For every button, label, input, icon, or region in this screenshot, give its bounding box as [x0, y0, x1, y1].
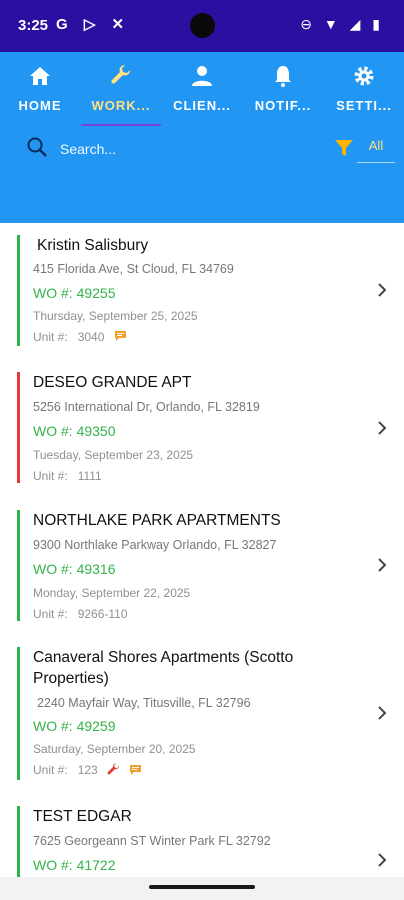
tab-label: NOTIF... [254, 98, 312, 113]
work-order-card[interactable]: DESEO GRANDE APT 5256 International Dr, … [0, 360, 404, 499]
tab-label: CLIEN... [173, 98, 231, 113]
status-system-icons: ⊖ ▼ ◢ ▮ [300, 16, 384, 32]
unit-label: Unit #: [33, 607, 68, 621]
gear-icon [324, 64, 404, 90]
work-order-list[interactable]: Kristin Salisbury 415 Florida Ave, St Cl… [0, 223, 404, 877]
tab-label: SETTI... [336, 98, 392, 113]
chevron-right-icon[interactable] [376, 852, 388, 868]
work-order-card[interactable]: TEST EDGAR 7625 Georgeann ST Winter Park… [0, 794, 404, 877]
filter-icon[interactable] [334, 138, 354, 163]
client-name: TEST EDGAR [33, 808, 132, 825]
wo-label: WO #: [33, 561, 73, 577]
chevron-right-icon[interactable] [376, 705, 388, 721]
wo-number: 49255 [76, 285, 116, 301]
address: 415 Florida Ave, St Cloud, FL 34769 [33, 262, 234, 276]
address: 9300 Northlake Parkway Orlando, FL 32827 [33, 538, 277, 552]
filter-underline [357, 162, 395, 163]
person-icon [162, 64, 242, 90]
search-icon[interactable] [26, 136, 48, 158]
wo-label: WO #: [33, 718, 73, 734]
date: Tuesday, September 23, 2025 [33, 448, 194, 462]
tab-settings[interactable]: SETTI... [324, 64, 404, 126]
wo-number: 49259 [76, 718, 116, 734]
tab-notifications[interactable]: NOTIF... [243, 64, 323, 126]
client-name: Canaveral Shores Apartments (Scotto Prop… [33, 649, 294, 687]
filter-all-button[interactable]: All [356, 138, 396, 153]
client-name: NORTHLAKE PARK APARTMENTS [33, 512, 281, 529]
home-gesture-pill[interactable] [149, 885, 255, 889]
tab-work-orders[interactable]: WORK... [81, 64, 161, 126]
date: Saturday, September 20, 2025 [33, 742, 196, 756]
camera-cutout [190, 13, 215, 38]
chevron-right-icon[interactable] [376, 282, 388, 298]
tab-label: HOME [18, 98, 62, 113]
client-name: Kristin Salisbury [37, 237, 149, 254]
search-input[interactable] [58, 136, 312, 162]
status-stripe [17, 235, 20, 346]
status-stripe [17, 372, 20, 483]
wrench-icon [81, 64, 161, 90]
status-notification-icons: G ▷ ✕ [56, 16, 131, 33]
address: 7625 Georgeann ST Winter Park FL 32792 [33, 834, 271, 848]
chevron-right-icon[interactable] [376, 420, 388, 436]
address: 5256 International Dr, Orlando, FL 32819 [33, 400, 260, 414]
work-order-card[interactable]: Kristin Salisbury 415 Florida Ave, St Cl… [0, 223, 404, 361]
work-order-card[interactable]: Canaveral Shores Apartments (Scotto Prop… [0, 635, 404, 795]
comment-icon [114, 330, 127, 345]
tab-clients[interactable]: CLIEN... [162, 64, 242, 126]
wo-label: WO #: [33, 857, 73, 873]
unit-label: Unit #: [33, 469, 68, 483]
unit-value: 3040 [77, 330, 105, 344]
date: Monday, September 22, 2025 [33, 586, 191, 600]
status-time: 3:25 [18, 17, 49, 34]
status-stripe [17, 806, 20, 877]
status-stripe [17, 647, 20, 780]
status-bar: 3:25 G ▷ ✕ ⊖ ▼ ◢ ▮ [0, 0, 404, 52]
unit-label: Unit #: [33, 763, 68, 778]
work-order-card[interactable]: NORTHLAKE PARK APARTMENTS 9300 Northlake… [0, 498, 404, 636]
tool-icon [107, 763, 120, 779]
chevron-right-icon[interactable] [376, 557, 388, 573]
wo-number: 49350 [76, 423, 116, 439]
bell-icon [243, 64, 323, 90]
unit-label: Unit #: [33, 330, 68, 344]
tab-label: WORK... [91, 98, 151, 113]
active-tab-indicator [81, 124, 161, 126]
unit-value: 1111 [77, 469, 102, 483]
wo-label: WO #: [33, 423, 73, 439]
unit-value: 123 [77, 763, 98, 778]
home-icon [0, 64, 80, 90]
wo-number: 49316 [76, 561, 116, 577]
status-stripe [17, 510, 20, 621]
unit-value: 9266-110 [77, 607, 128, 621]
client-name: DESEO GRANDE APT [33, 374, 192, 391]
wo-label: WO #: [33, 285, 73, 301]
address: 2240 Mayfair Way, Titusville, FL 32796 [37, 696, 251, 710]
date: Thursday, September 25, 2025 [33, 309, 198, 323]
comment-icon [129, 764, 142, 779]
wo-number: 41722 [76, 857, 116, 873]
tab-home[interactable]: HOME [0, 64, 80, 126]
